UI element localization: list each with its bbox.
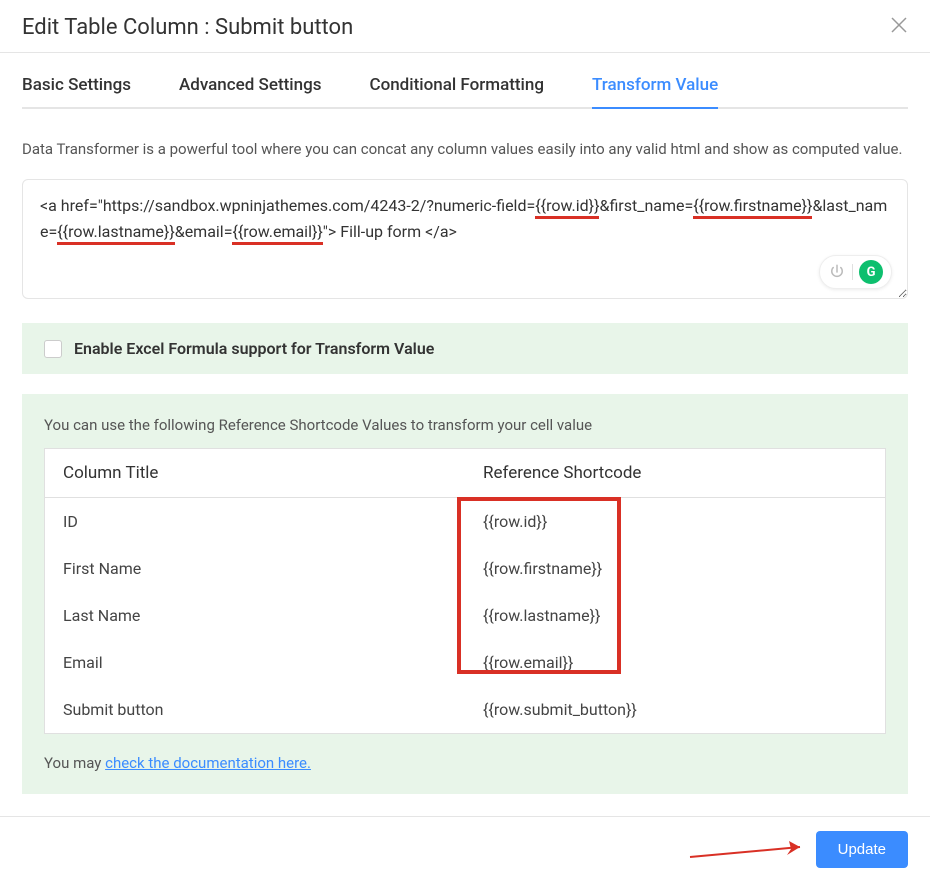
col-header-title: Column Title [45,449,466,498]
tab-conditional-formatting[interactable]: Conditional Formatting [369,75,544,109]
transform-code-input[interactable] [22,179,908,299]
table-row: Submit button {{row.submit_button}} [45,686,886,734]
update-button[interactable]: Update [816,831,908,868]
tabs: Basic Settings Advanced Settings Conditi… [22,75,908,109]
transform-code-wrap: <a href="https://sandbox.wpninjathemes.c… [22,179,908,303]
modal-edit-table-column: Edit Table Column : Submit button Basic … [0,0,930,882]
grammarly-icon: G [859,260,883,284]
divider [852,264,853,280]
enable-excel-label[interactable]: Enable Excel Formula support for Transfo… [74,339,434,358]
excel-formula-section: Enable Excel Formula support for Transfo… [22,323,908,374]
close-icon [890,16,908,34]
modal-title: Edit Table Column : Submit button [22,15,353,40]
reference-intro: You can use the following Reference Shor… [44,416,886,434]
modal-footer: Update [0,816,930,882]
table-row: First Name {{row.firstname}} [45,545,886,592]
documentation-link[interactable]: check the documentation here. [105,754,311,772]
table-row: Email {{row.email}} [45,639,886,686]
modal-header: Edit Table Column : Submit button [0,0,930,53]
tab-basic-settings[interactable]: Basic Settings [22,75,131,109]
table-row: ID {{row.id}} [45,498,886,546]
doc-link-row: You may check the documentation here. [44,754,886,772]
col-header-shortcode: Reference Shortcode [465,449,886,498]
annotation-arrow [685,835,815,865]
tab-transform-value[interactable]: Transform Value [592,75,718,109]
grammarly-widget[interactable]: G [819,255,892,289]
transform-description: Data Transformer is a powerful tool wher… [22,137,908,161]
tab-advanced-settings[interactable]: Advanced Settings [179,75,321,109]
reference-table: Column Title Reference Shortcode ID {{ro… [44,448,886,734]
reference-shortcode-section: You can use the following Reference Shor… [22,394,908,794]
enable-excel-checkbox[interactable] [44,340,62,358]
power-icon [828,263,846,281]
table-row: Last Name {{row.lastname}} [45,592,886,639]
close-button[interactable] [890,14,908,40]
